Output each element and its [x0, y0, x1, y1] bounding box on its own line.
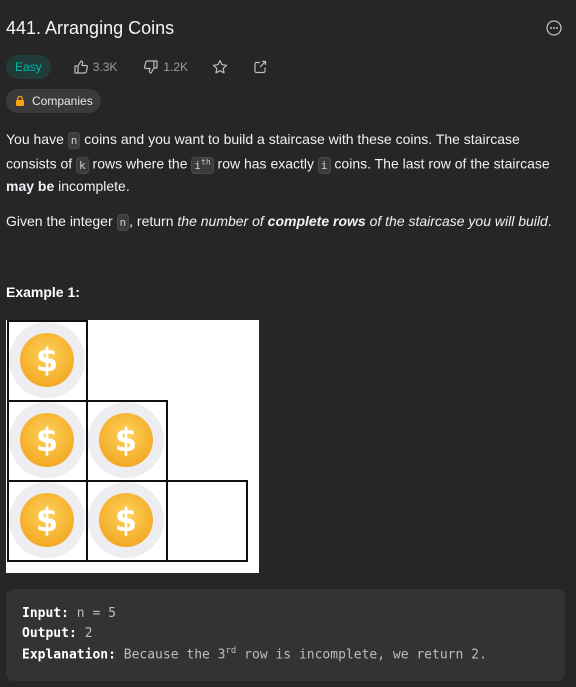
- thumbs-down-icon: [144, 60, 158, 74]
- problem-description: You have n coins and you want to build a…: [6, 129, 566, 247]
- svg-text:$: $: [36, 501, 58, 539]
- meta-row: Easy 3.3K 1.2K: [6, 54, 268, 80]
- share-icon: [254, 60, 267, 74]
- favorite-button[interactable]: [212, 59, 228, 75]
- svg-text:$: $: [115, 501, 137, 539]
- more-options-icon[interactable]: [546, 20, 562, 36]
- svg-text:$: $: [115, 421, 137, 459]
- example-title: Example 1:: [6, 284, 80, 300]
- like-button[interactable]: 3.3K: [73, 59, 118, 75]
- code-i: i: [317, 156, 331, 174]
- code-n-2: n: [116, 213, 130, 231]
- example-output: Output: 2: [22, 626, 93, 641]
- svg-text:$: $: [36, 421, 58, 459]
- code-k: k: [76, 156, 89, 174]
- coin-icon: $: [9, 322, 85, 398]
- code-ith: ith: [191, 156, 214, 174]
- code-n: n: [67, 132, 81, 149]
- companies-label: Companies: [32, 94, 93, 108]
- svg-text:$: $: [36, 341, 58, 379]
- share-button[interactable]: [252, 59, 268, 75]
- dislike-count: 1.2K: [163, 60, 189, 74]
- coin-icon: $: [88, 482, 164, 558]
- like-count: 3.3K: [92, 60, 118, 74]
- coin-icon: $: [9, 402, 85, 478]
- example-box: Input: n = 5 Output: 2 Explanation: Beca…: [6, 589, 565, 681]
- example-input: Input: n = 5: [22, 606, 116, 621]
- thumbs-up-icon: [74, 60, 88, 74]
- description-paragraph-1: You have n coins and you want to build a…: [6, 131, 550, 194]
- star-icon: [212, 59, 228, 74]
- difficulty-badge: Easy: [6, 55, 51, 79]
- title-row: 441. Arranging Coins: [6, 14, 570, 42]
- dislike-button[interactable]: 1.2K: [143, 59, 188, 75]
- companies-tag[interactable]: Companies: [6, 89, 101, 113]
- coin-icon: $: [9, 482, 85, 558]
- coin-icon: $: [88, 402, 164, 478]
- description-paragraph-2: Given the integer n, return the number o…: [6, 212, 552, 231]
- example-staircase-image: $ $ $ $ $: [6, 320, 259, 573]
- problem-title: 441. Arranging Coins: [6, 18, 175, 38]
- lock-icon: [16, 95, 24, 106]
- example-explanation: Explanation: Because the 3rd row is inco…: [22, 646, 487, 663]
